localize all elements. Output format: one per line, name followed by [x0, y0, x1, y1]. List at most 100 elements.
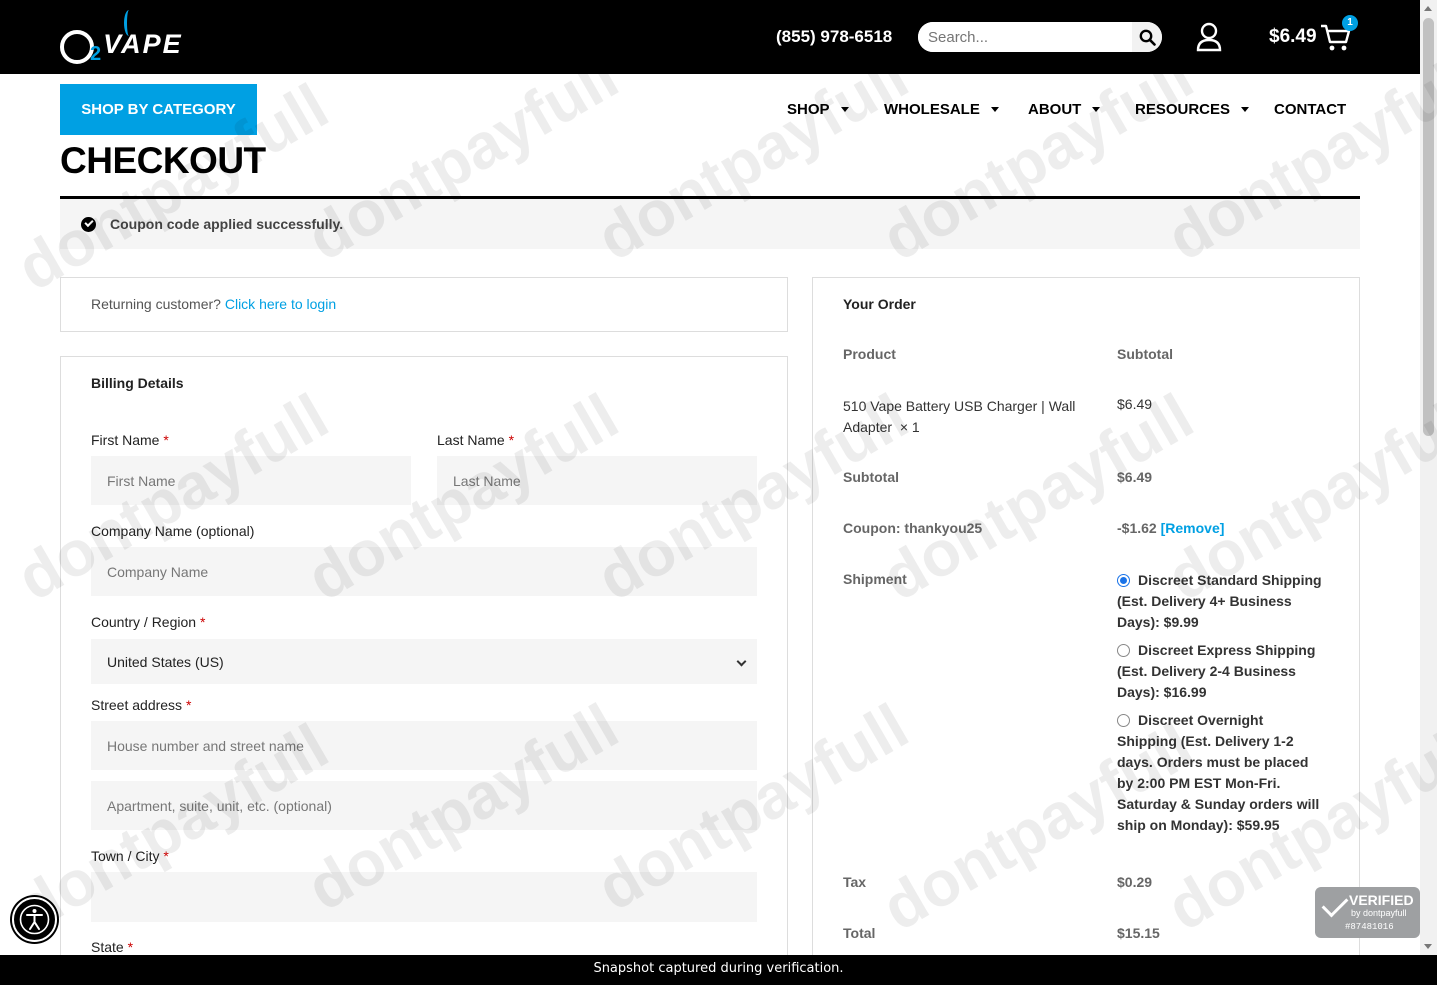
page-title: CHECKOUT [60, 140, 266, 181]
notice-text: Coupon code applied successfully. [110, 216, 344, 232]
item-qty: × 1 [899, 419, 920, 435]
label-text: First Name [91, 432, 160, 448]
accessibility-icon [19, 904, 50, 935]
order-summary: Your Order Product Subtotal 510 Vape Bat… [812, 277, 1360, 977]
coupon-row: -$1.62 [Remove] [1117, 520, 1224, 536]
order-heading: Your Order [843, 296, 916, 312]
accessibility-button[interactable] [12, 897, 57, 942]
label-text: Street address [91, 697, 183, 713]
nav-item-shop[interactable]: SHOP [787, 101, 849, 118]
billing-heading: Billing Details [91, 375, 184, 391]
subtotal-value: $6.49 [1117, 469, 1153, 485]
search-button[interactable] [1132, 22, 1162, 52]
country-select[interactable]: United States (US) [91, 639, 757, 684]
returning-text: Returning customer? [91, 296, 221, 312]
last-name-field[interactable]: Last Name [437, 456, 757, 505]
remove-coupon-link[interactable]: [Remove] [1161, 520, 1225, 536]
coupon-value: -$1.62 [1117, 520, 1157, 536]
search-box [918, 22, 1162, 52]
first-name-label: First Name * [91, 432, 169, 448]
nav-label: SHOP [787, 101, 830, 118]
logo-subscript: 2 [90, 43, 102, 65]
label-text: Country / Region [91, 614, 197, 630]
company-label: Company Name (optional) [91, 523, 255, 539]
product-column-header: Product [843, 346, 896, 362]
cart-total[interactable]: $6.49 [1269, 26, 1317, 48]
coupon-label: Coupon: thankyou25 [843, 520, 983, 536]
company-field[interactable]: Company Name [91, 547, 757, 596]
login-link[interactable]: Click here to login [225, 296, 336, 312]
verified-badge[interactable]: VERIFIED by dontpayfull #87481016 [1315, 887, 1420, 938]
first-name-field[interactable]: First Name [91, 456, 411, 505]
nav-item-wholesale[interactable]: WHOLESALE [884, 101, 999, 118]
street-label: Street address * [91, 697, 191, 713]
scroll-down-icon[interactable] [1424, 944, 1432, 949]
shipping-option-express[interactable]: Discreet Express Shipping (Est. Delivery… [1117, 640, 1327, 703]
logo-o-mark [60, 30, 94, 64]
required-mark: * [508, 432, 515, 448]
required-mark: * [185, 697, 192, 713]
required-mark: * [163, 432, 169, 448]
chevron-down-icon [736, 656, 747, 667]
item-name: 510 Vape Battery USB Charger | Wall Adap… [843, 398, 1076, 435]
street-address-field[interactable]: House number and street name [91, 721, 757, 770]
shipping-option-label: Discreet Express Shipping (Est. Delivery… [1117, 642, 1316, 700]
required-mark: * [199, 614, 206, 630]
label-text: Town / City [91, 848, 160, 864]
nav-item-contact[interactable]: CONTACT [1274, 101, 1346, 118]
apartment-field[interactable]: Apartment, suite, unit, etc. (optional) [91, 781, 757, 830]
shipping-option-label: Discreet Standard Shipping (Est. Deliver… [1117, 572, 1322, 630]
shipping-option-overnight[interactable]: Discreet Overnight Shipping (Est. Delive… [1117, 710, 1327, 836]
caret-down-icon [990, 107, 999, 112]
order-item-name: 510 Vape Battery USB Charger | Wall Adap… [843, 396, 1093, 438]
country-label: Country / Region * [91, 614, 205, 630]
nav-item-about[interactable]: ABOUT [1028, 101, 1101, 118]
snapshot-footer: Snapshot captured during verification. [0, 955, 1437, 985]
tax-value: $0.29 [1117, 874, 1153, 890]
shipping-option-label: Discreet Overnight Shipping (Est. Delive… [1117, 712, 1320, 833]
required-mark: * [127, 939, 134, 955]
country-value: United States (US) [107, 653, 224, 670]
shop-by-category-button[interactable]: SHOP BY CATEGORY [60, 84, 257, 135]
returning-customer-box: Returning customer? Click here to login [60, 277, 788, 332]
shipment-label: Shipment [843, 571, 907, 587]
verified-by: by dontpayfull [1351, 908, 1407, 918]
page-scrollbar[interactable] [1420, 0, 1437, 955]
caret-down-icon [1092, 107, 1101, 112]
search-input[interactable] [918, 22, 1132, 52]
radio-selected[interactable] [1117, 574, 1130, 587]
city-field[interactable] [91, 872, 757, 922]
cart-count-badge: 1 [1342, 15, 1358, 31]
total-value: $15.15 [1117, 925, 1160, 941]
scroll-up-icon[interactable] [1424, 6, 1432, 11]
shipping-option-standard[interactable]: Discreet Standard Shipping (Est. Deliver… [1117, 570, 1327, 633]
scroll-thumb[interactable] [1423, 18, 1434, 436]
phone-number[interactable]: (855) 978-6518 [776, 27, 892, 47]
coupon-success-notice: Coupon code applied successfully. [60, 199, 1360, 249]
label-text: State [91, 939, 124, 955]
state-label: State * [91, 939, 133, 955]
checkmark-icon [1321, 890, 1349, 918]
subtotal-column-header: Subtotal [1117, 346, 1173, 362]
nav-label: WHOLESALE [884, 101, 980, 118]
nav-item-resources[interactable]: RESOURCES [1135, 101, 1250, 118]
top-header: 2 VAPE (855) 978-6518 $6.49 1 [0, 0, 1420, 74]
order-item-price: $6.49 [1117, 396, 1153, 412]
subtotal-label: Subtotal [843, 469, 899, 485]
required-mark: * [163, 848, 169, 864]
check-circle-icon [81, 216, 96, 232]
search-icon [1139, 29, 1156, 46]
tax-label: Tax [843, 874, 867, 890]
account-icon[interactable] [1196, 22, 1222, 52]
nav-label: ABOUT [1028, 101, 1082, 118]
nav-label: RESOURCES [1135, 101, 1231, 118]
radio-unselected[interactable] [1117, 714, 1130, 727]
caret-down-icon [840, 107, 849, 112]
radio-unselected[interactable] [1117, 644, 1130, 657]
city-label: Town / City * [91, 848, 169, 864]
checkout-page: { "header": { "logo_text": "O2VAPE", "lo… [0, 0, 1437, 985]
caret-down-icon [1241, 107, 1250, 112]
site-logo[interactable]: 2 VAPE [60, 10, 183, 66]
total-label: Total [843, 925, 876, 941]
verified-title: VERIFIED [1349, 892, 1414, 908]
